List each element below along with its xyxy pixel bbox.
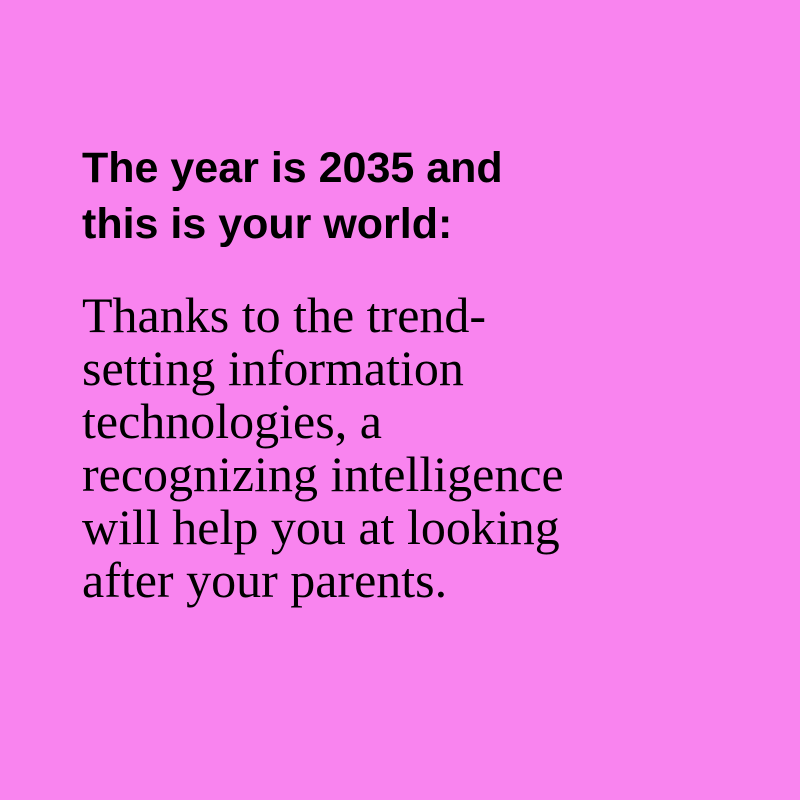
headline-line: this is your world: (82, 200, 453, 248)
headline: The year is 2035 and this is your world: (82, 140, 503, 252)
poster-canvas: The year is 2035 and this is your world:… (0, 0, 800, 800)
body-line: will help you at looking (82, 499, 560, 555)
body-line: technologies, a (82, 393, 382, 449)
headline-line: The year is 2035 and (82, 144, 503, 192)
body-line: Thanks to the trend- (82, 287, 487, 343)
body-line: setting information (82, 340, 464, 396)
body-line: after your parents. (82, 552, 448, 608)
body-line: recognizing intelligence (82, 446, 564, 502)
body-paragraph: Thanks to the trend- setting information… (82, 289, 564, 607)
